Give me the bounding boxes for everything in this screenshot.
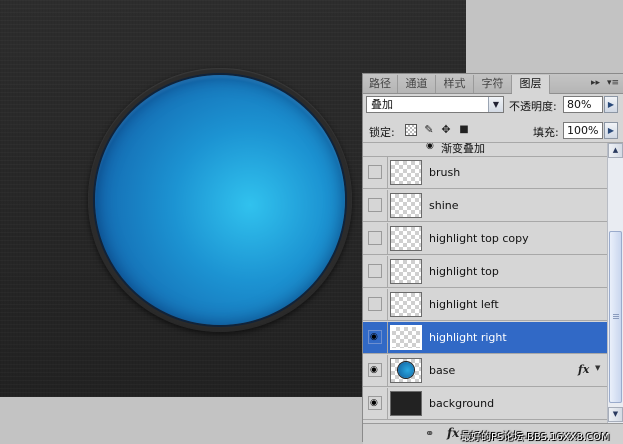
fx-icon[interactable]: fx: [578, 363, 589, 376]
orb-thumbnail-icon: [398, 362, 414, 378]
divider: [387, 289, 388, 320]
fill-label: 填充:: [533, 126, 559, 139]
layer-thumbnail: [390, 226, 422, 251]
visibility-toggle[interactable]: ◉: [368, 396, 382, 410]
divider: [387, 223, 388, 254]
visibility-toggle[interactable]: [368, 297, 382, 311]
panel-tabbar: 路径 通道 样式 字符 图层 ▸▸ ▾≡: [363, 74, 623, 94]
layer-thumbnail: [390, 259, 422, 284]
layers-list: ◉ 渐变叠加 brush shine highlight top copy hi…: [363, 143, 607, 423]
scroll-down-icon[interactable]: ▼: [608, 407, 623, 422]
eye-icon: ◉: [370, 398, 378, 408]
collapse-panel-icon[interactable]: ▸▸: [591, 75, 600, 92]
lock-all-icon[interactable]: ■: [458, 124, 470, 136]
fill-field[interactable]: 100%: [563, 122, 603, 139]
layer-thumbnail: [390, 160, 422, 185]
divider: [387, 256, 388, 287]
lock-label: 锁定:: [369, 126, 395, 139]
orb-rim-highlight: [95, 75, 345, 325]
blend-mode-select[interactable]: 叠加 ▼: [366, 96, 504, 113]
panel-footer: ⚭ fx 最好的PS论坛-BBS.16XX8.COM: [363, 423, 623, 444]
visibility-toggle[interactable]: [368, 198, 382, 212]
lock-brush-icon[interactable]: ✎: [423, 124, 435, 136]
layer-thumbnail: [390, 292, 422, 317]
tab-layers[interactable]: 图层: [512, 75, 550, 94]
eye-icon: ◉: [370, 365, 378, 375]
layer-name: background: [429, 397, 495, 410]
layer-row[interactable]: ◉ base fx ▼: [363, 355, 607, 387]
add-layer-style-icon[interactable]: fx: [447, 426, 459, 440]
visibility-toggle[interactable]: [368, 231, 382, 245]
layer-name: highlight top: [429, 265, 499, 278]
expand-effects-icon[interactable]: ▼: [595, 364, 600, 372]
lock-transparent-icon[interactable]: [405, 124, 417, 136]
chevron-down-icon[interactable]: ▼: [488, 97, 503, 112]
link-layers-icon[interactable]: ⚭: [425, 427, 434, 440]
tab-channels[interactable]: 通道: [398, 75, 436, 93]
layer-name: shine: [429, 199, 459, 212]
blend-mode-value: 叠加: [371, 98, 393, 111]
layer-row[interactable]: highlight top copy: [363, 223, 607, 255]
tab-character[interactable]: 字符: [474, 75, 512, 93]
layer-thumbnail: [390, 358, 422, 383]
divider: [387, 322, 388, 353]
tab-styles[interactable]: 样式: [436, 75, 474, 93]
layer-row[interactable]: brush: [363, 157, 607, 189]
blend-row: 叠加 ▼ 不透明度: 80% ▶: [363, 94, 623, 119]
watermark-text: 最好的PS论坛-BBS.16XX8.COM: [461, 432, 610, 443]
lock-move-icon[interactable]: ✥: [440, 124, 452, 136]
visibility-toggle[interactable]: [368, 165, 382, 179]
layer-name: brush: [429, 166, 461, 179]
layer-name: base: [429, 364, 456, 377]
divider: [387, 388, 388, 419]
lock-row: 锁定: ✎ ✥ ■ 填充: 100% ▶: [363, 120, 623, 143]
layer-thumbnail: [390, 193, 422, 218]
layer-row[interactable]: shine: [363, 190, 607, 222]
layer-row-selected[interactable]: ◉ highlight right: [363, 322, 607, 354]
grip-line: [613, 316, 619, 317]
visibility-toggle[interactable]: ◉: [368, 330, 382, 344]
visibility-toggle[interactable]: ◉: [368, 363, 382, 377]
opacity-slider-button[interactable]: ▶: [604, 96, 618, 113]
layer-thumbnail: [390, 325, 422, 350]
panel-menu-icon[interactable]: ▾≡: [607, 75, 619, 92]
grip-line: [613, 314, 619, 315]
eye-icon: ◉: [370, 332, 378, 342]
effect-label: 渐变叠加: [441, 143, 485, 155]
layer-name: highlight top copy: [429, 232, 529, 245]
layer-thumbnail: [390, 391, 422, 416]
effect-row[interactable]: ◉ 渐变叠加: [363, 143, 607, 157]
divider: [387, 157, 388, 188]
layers-panel: 路径 通道 样式 字符 图层 ▸▸ ▾≡ 叠加 ▼ 不透明度: 80% ▶ 锁定…: [362, 73, 623, 444]
scrollbar-thumb[interactable]: [609, 231, 622, 403]
layer-name: highlight right: [429, 331, 507, 344]
divider: [387, 190, 388, 221]
layers-scrollbar[interactable]: ▲ ▼: [607, 143, 623, 423]
tab-paths[interactable]: 路径: [363, 75, 398, 93]
divider: [387, 355, 388, 386]
opacity-label: 不透明度:: [509, 100, 557, 113]
fill-slider-button[interactable]: ▶: [604, 122, 618, 139]
opacity-field[interactable]: 80%: [563, 96, 603, 113]
layer-name: highlight left: [429, 298, 499, 311]
grip-line: [613, 318, 619, 319]
scroll-up-icon[interactable]: ▲: [608, 143, 623, 158]
visibility-toggle[interactable]: [368, 264, 382, 278]
eye-icon[interactable]: ◉: [426, 143, 434, 151]
layer-row[interactable]: highlight left: [363, 289, 607, 321]
layer-row[interactable]: highlight top: [363, 256, 607, 288]
layer-row[interactable]: ◉ background: [363, 388, 607, 420]
